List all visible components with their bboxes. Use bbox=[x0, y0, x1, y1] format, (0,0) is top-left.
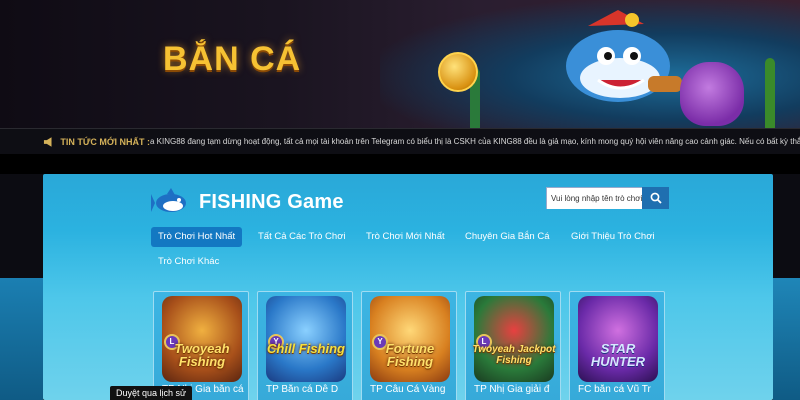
tab-other-games[interactable]: Trò Chơi Khác bbox=[151, 252, 226, 272]
game-card[interactable]: Y Fortune Fishing TP Câu Cá Vàng bbox=[361, 291, 457, 400]
search-icon bbox=[650, 192, 662, 204]
tab-new-games[interactable]: Trò Chơi Mới Nhất bbox=[359, 227, 452, 247]
game-card[interactable]: L Twoyeah Jackpot Fishing TP Nhị Gia giả… bbox=[465, 291, 561, 400]
banner-title: BẮN CÁ bbox=[163, 40, 302, 78]
tab-fishing-expert[interactable]: Chuyên Gia Bắn Cá bbox=[458, 227, 557, 247]
megaphone-icon bbox=[43, 136, 52, 147]
ticker-label: TIN TỨC MỚI NHẤT : bbox=[60, 136, 150, 147]
news-ticker: TIN TỨC MỚI NHẤT : a KING88 đang tạm dừn… bbox=[0, 128, 800, 154]
monster-mascot-icon bbox=[680, 62, 744, 126]
shark-mascot-icon bbox=[566, 10, 682, 102]
game-logo-text: Chill Fishing bbox=[267, 341, 345, 356]
side-decoration-left bbox=[0, 278, 43, 400]
game-name: TP Bắn cá Dễ D bbox=[266, 384, 339, 395]
game-name: TP Câu Cá Vàng bbox=[370, 384, 446, 395]
browse-history-tooltip[interactable]: Duyệt qua lịch sử bbox=[110, 386, 193, 400]
ticker-message[interactable]: a KING88 đang tạm dừng hoạt động, tất cả… bbox=[150, 137, 800, 146]
game-logo-text: Twoyeah Jackpot Fishing bbox=[472, 344, 556, 366]
search-button[interactable] bbox=[642, 187, 669, 209]
hero-banner: BẮN CÁ bbox=[0, 0, 800, 128]
tab-hot-games[interactable]: Trò Chơi Hot Nhất bbox=[151, 227, 243, 247]
game-logo-text: Twoyeah Fishing bbox=[174, 341, 230, 369]
game-thumbnail bbox=[578, 296, 658, 382]
game-logo-text: STAR HUNTER bbox=[590, 341, 646, 369]
game-card[interactable]: Y Chill Fishing TP Bắn cá Dễ D bbox=[257, 291, 353, 400]
tab-all-games[interactable]: Tất Cả Các Trò Chơi bbox=[251, 227, 353, 247]
game-name: TP Nhị Gia giải đ bbox=[474, 384, 550, 395]
game-logo-text: Fortune Fishing bbox=[385, 341, 435, 369]
section-logo: FISHING Game bbox=[151, 188, 344, 216]
section-title: FISHING Game bbox=[199, 190, 344, 213]
seaweed-decoration bbox=[765, 58, 775, 128]
fishing-game-panel: FISHING Game Trò Chơi Hot Nhất Tất Cả Cá… bbox=[43, 174, 773, 400]
tab-game-intro[interactable]: Giới Thiệu Trò Chơi bbox=[564, 227, 662, 247]
game-name: FC bắn cá Vũ Tr bbox=[578, 384, 651, 395]
game-card[interactable]: STAR HUNTER FC bắn cá Vũ Tr bbox=[569, 291, 665, 400]
coin-icon bbox=[438, 52, 478, 92]
fish-logo-icon bbox=[151, 188, 186, 212]
side-decoration-right bbox=[773, 278, 800, 400]
spacer bbox=[0, 154, 800, 174]
game-card[interactable]: L Twoyeah Fishing TP Nhị Gia bắn cá bbox=[153, 291, 249, 400]
